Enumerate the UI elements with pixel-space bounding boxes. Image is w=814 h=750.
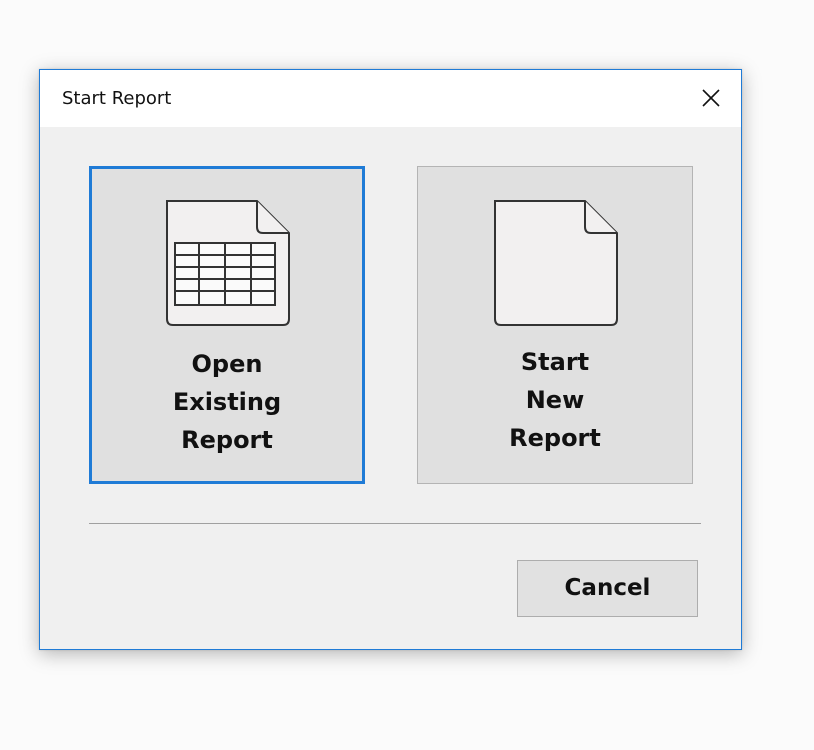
close-button[interactable] bbox=[695, 82, 727, 114]
close-icon bbox=[702, 89, 720, 107]
blank-document-icon bbox=[494, 200, 618, 326]
label-line: Report bbox=[181, 426, 273, 454]
dialog-titlebar: Start Report bbox=[40, 70, 741, 127]
open-existing-report-label: Open Existing Report bbox=[92, 345, 362, 459]
label-line: Existing bbox=[172, 388, 282, 416]
cancel-button[interactable]: Cancel bbox=[517, 560, 698, 617]
start-new-report-label: Start New Report bbox=[418, 343, 692, 457]
label-line: New bbox=[525, 386, 585, 414]
label-line: Open bbox=[191, 350, 263, 378]
desktop-background: Start Report Open Existing Report Start … bbox=[0, 0, 814, 750]
dialog-title: Start Report bbox=[62, 88, 172, 109]
spreadsheet-document-icon bbox=[166, 200, 290, 326]
divider bbox=[89, 523, 701, 524]
start-report-dialog: Start Report Open Existing Report Start … bbox=[39, 69, 742, 650]
label-line: Report bbox=[509, 424, 601, 452]
label-line: Start bbox=[520, 348, 590, 376]
open-existing-report-button[interactable]: Open Existing Report bbox=[89, 166, 365, 484]
start-new-report-button[interactable]: Start New Report bbox=[417, 166, 693, 484]
